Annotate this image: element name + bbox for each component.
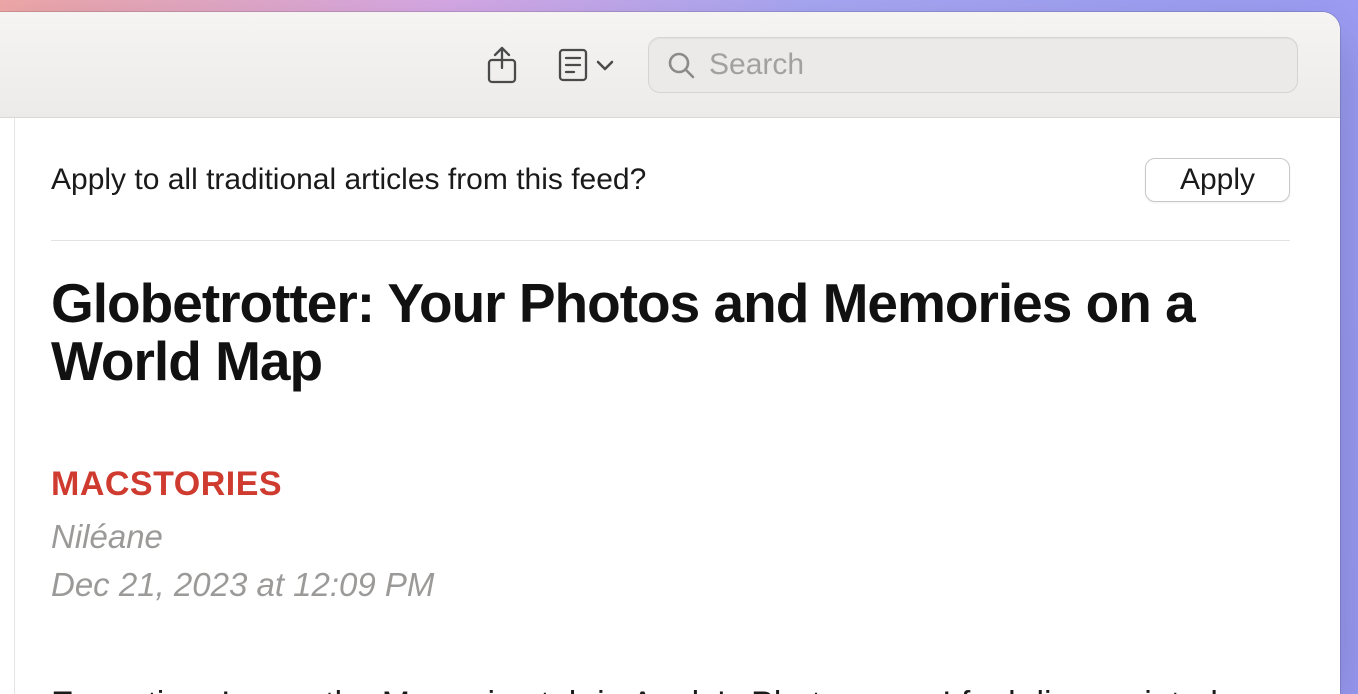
toolbar	[0, 12, 1340, 118]
article-pane: Apply to all traditional articles from t…	[14, 118, 1340, 694]
share-icon	[486, 46, 518, 84]
article-author: Niléane	[51, 518, 1290, 556]
reader-view-menu[interactable]	[558, 48, 614, 82]
apply-bar: Apply to all traditional articles from t…	[51, 158, 1290, 241]
document-icon	[558, 48, 588, 82]
article-meta: MACSTORIES Niléane Dec 21, 2023 at 12:09…	[51, 465, 1290, 604]
chevron-down-icon	[596, 59, 614, 71]
search-input[interactable]	[709, 48, 1279, 82]
article-date: Dec 21, 2023 at 12:09 PM	[51, 566, 1290, 604]
search-icon	[667, 51, 695, 79]
article-headline: Globetrotter: Your Photos and Memories o…	[51, 275, 1290, 391]
apply-prompt-text: Apply to all traditional articles from t…	[51, 163, 646, 197]
article-source[interactable]: MACSTORIES	[51, 465, 1290, 504]
app-window: Apply to all traditional articles from t…	[0, 12, 1340, 694]
apply-button[interactable]: Apply	[1145, 158, 1290, 202]
article-body-paragraph: Every time I open the Memories tab in Ap…	[51, 678, 1241, 694]
search-field[interactable]	[648, 37, 1298, 93]
share-button[interactable]	[480, 43, 524, 87]
